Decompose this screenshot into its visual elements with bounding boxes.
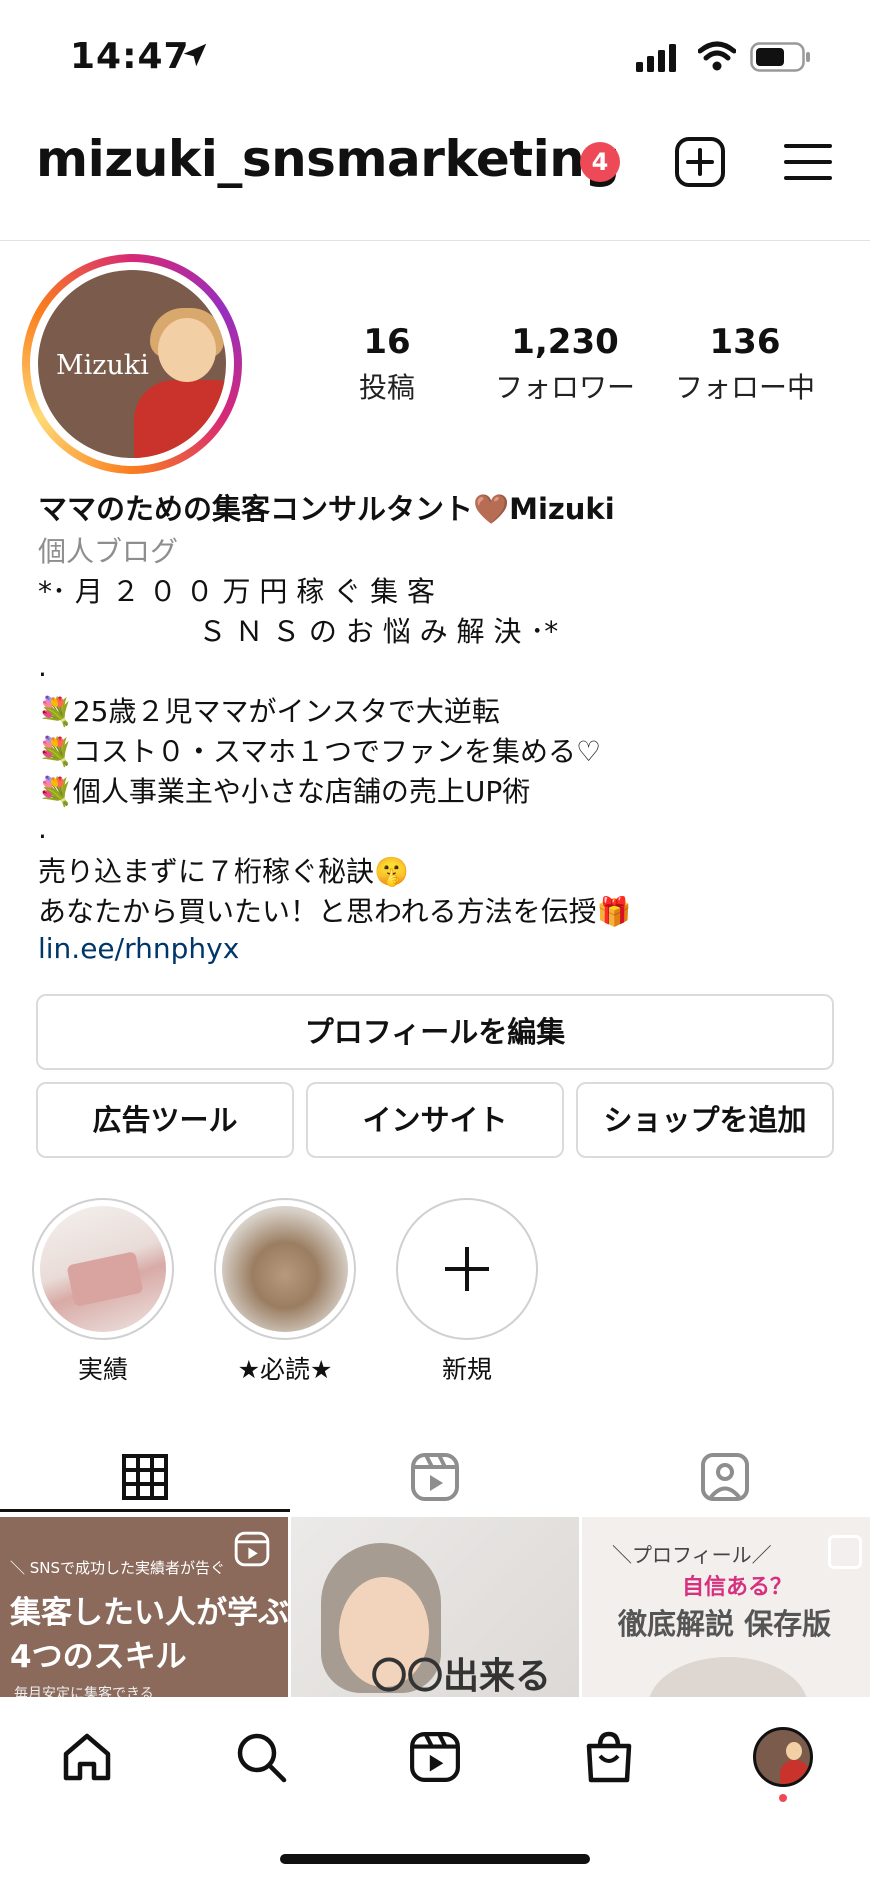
stat-following[interactable]: 136 フォロー中	[660, 322, 830, 406]
post-title: 集客したい人が学ぶ	[10, 1595, 288, 1631]
stat-followers[interactable]: 1,230 フォロワー	[480, 322, 650, 406]
home-icon	[63, 1733, 111, 1781]
profile-avatar[interactable]: Mizuki	[22, 254, 242, 474]
bio-name: ママのための集客コンサルタント🤎Mizuki	[38, 492, 615, 526]
tab-posts-grid[interactable]	[0, 1440, 290, 1514]
bio-line: 売り込まずに７桁稼ぐ秘訣🤫	[38, 855, 409, 888]
bio-line: *･ 月 ２ ０ ０ 万 円 稼 ぐ 集 客	[38, 575, 436, 608]
stat-label: フォロー中	[674, 371, 815, 404]
grid-icon	[122, 1454, 168, 1500]
nav-reels-button[interactable]	[398, 1720, 472, 1794]
header-divider	[0, 240, 870, 241]
bio-line: あなたから買いたい！と思われる方法を伝授🎁	[38, 895, 632, 928]
profile-username[interactable]: mizuki_snsmarketing	[36, 130, 620, 188]
bio-line: 💐25歳２児ママがインスタで大逆転	[38, 695, 500, 728]
post-title: 徹底解説 保存版	[618, 1607, 832, 1641]
ad-tools-button[interactable]: 広告ツール	[36, 1082, 294, 1158]
highlight-label: 新規	[441, 1355, 492, 1384]
bio-link[interactable]: lin.ee/rhnphyx	[38, 932, 239, 965]
status-time: 14:47	[70, 36, 190, 77]
bio-line: Ｓ Ｎ Ｓ の お 悩 み 解 決 ･*	[38, 615, 559, 648]
wifi-icon	[697, 40, 737, 76]
active-tab-indicator	[0, 1509, 290, 1512]
highlight-achievements[interactable]	[32, 1198, 174, 1340]
post-top-text: ＼プロフィール／	[612, 1543, 772, 1567]
stat-posts[interactable]: 16 投稿	[302, 322, 472, 406]
new-highlight-button[interactable]	[396, 1198, 538, 1340]
stat-value: 1,230	[511, 322, 619, 362]
reels-icon	[410, 1732, 460, 1782]
post-title: 4つのスキル	[10, 1639, 187, 1675]
location-arrow-icon	[180, 40, 210, 74]
insights-button[interactable]: インサイト	[306, 1082, 564, 1158]
stat-label: フォロワー	[494, 371, 635, 404]
notification-badge[interactable]: 4	[580, 142, 620, 182]
nav-profile-button[interactable]	[746, 1720, 820, 1794]
post-overlay-text: 〇〇出来る	[371, 1656, 552, 1697]
grid-post-2[interactable]: 〇〇出来る	[291, 1517, 579, 1697]
nav-home-button[interactable]	[50, 1720, 124, 1794]
add-shop-button[interactable]: ショップを追加	[576, 1082, 834, 1158]
create-post-button[interactable]	[672, 134, 728, 190]
bio-line: .	[38, 650, 47, 683]
search-icon	[237, 1733, 287, 1783]
post-bottom-text: 毎月安定に集客できる	[14, 1686, 154, 1697]
hamburger-menu-icon	[784, 144, 832, 180]
highlight-must-read[interactable]	[214, 1198, 356, 1340]
nav-shop-button[interactable]	[572, 1720, 646, 1794]
plus-icon	[445, 1247, 489, 1291]
tab-reels[interactable]	[290, 1440, 580, 1514]
edit-profile-button[interactable]: プロフィールを編集	[36, 994, 834, 1070]
cellular-signal-icon	[636, 44, 680, 76]
tab-tagged[interactable]	[580, 1440, 870, 1514]
post-top-text: ＼ SNSで成功した実績者が告ぐ	[10, 1559, 226, 1577]
stat-value: 16	[363, 322, 411, 362]
grid-post-1[interactable]: ＼ SNSで成功した実績者が告ぐ 集客したい人が学ぶ 4つのスキル 毎月安定に集…	[0, 1517, 288, 1697]
stat-value: 136	[709, 322, 781, 362]
bio-line: 💐個人事業主や小さな店舗の売上UP術	[38, 775, 531, 808]
reels-icon	[411, 1453, 459, 1501]
battery-icon	[750, 42, 812, 76]
shopping-bag-icon	[586, 1731, 632, 1783]
reel-badge-icon	[234, 1531, 270, 1567]
bio-line: 💐コスト０・スマホ１つでファンを集める♡	[38, 735, 602, 768]
highlight-label: 実績	[77, 1355, 128, 1384]
plus-square-icon	[675, 137, 725, 187]
bio-line: .	[38, 812, 47, 845]
post-accent-text: 自信ある？	[682, 1575, 793, 1600]
stat-label: 投稿	[358, 371, 415, 404]
profile-activity-dot	[779, 1794, 787, 1802]
avatar-overlay-text: Mizuki	[56, 350, 149, 381]
profile-avatar-small	[753, 1727, 813, 1787]
home-indicator	[280, 1854, 590, 1864]
nav-search-button[interactable]	[224, 1720, 298, 1794]
highlight-label: ★必読★	[237, 1355, 333, 1384]
grid-post-3[interactable]: ＼プロフィール／ 自信ある？ 徹底解説 保存版	[582, 1517, 870, 1697]
bio-category: 個人ブログ	[38, 535, 179, 568]
tagged-person-icon	[701, 1453, 749, 1501]
multi-post-icon	[828, 1535, 862, 1569]
menu-button[interactable]	[780, 134, 836, 190]
